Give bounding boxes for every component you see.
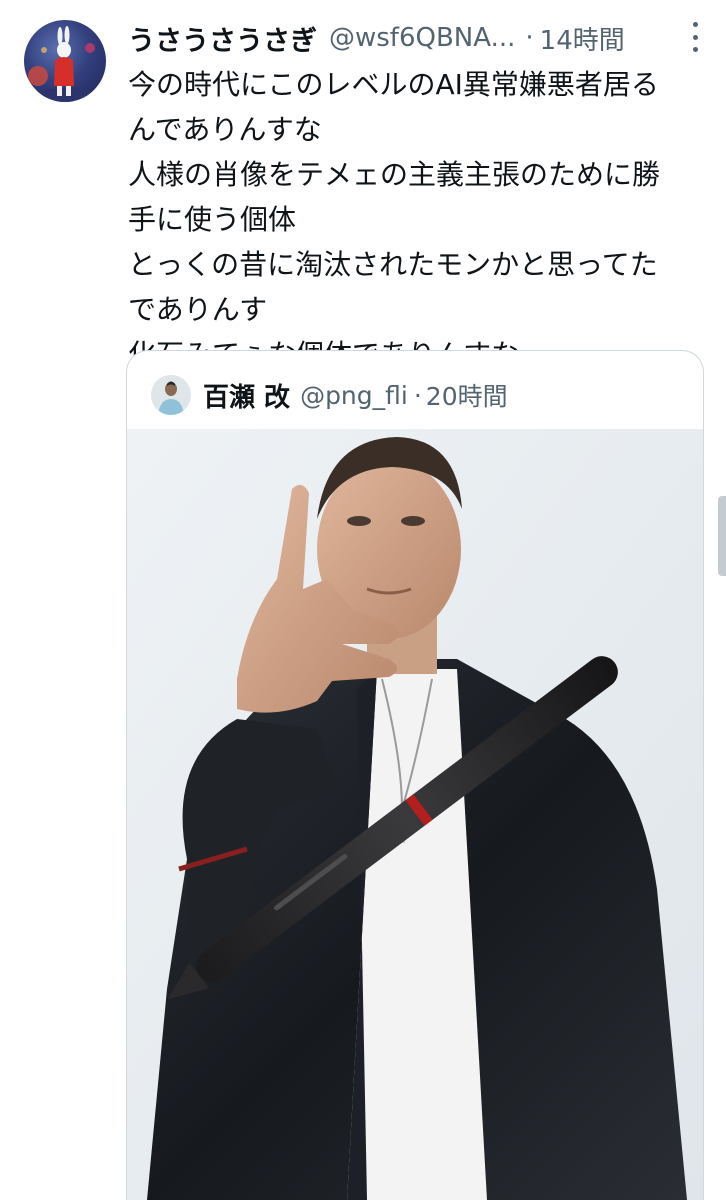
quoted-display-name[interactable]: 百瀬 改	[203, 377, 290, 414]
timestamp[interactable]: 14時間	[540, 20, 625, 57]
tweet[interactable]: うさうさうさぎ @wsf6QBNA... · 14時間 今の時代にこのレベルのA…	[0, 0, 726, 1200]
separator-dot: ·	[525, 23, 534, 53]
tweet-text-line: 今の時代にこのレベルのAI異常嫌悪者居る	[128, 68, 659, 101]
tweet-text-line: んでありんすな	[128, 113, 322, 146]
tweet-text: 今の時代にこのレベルのAI異常嫌悪者居る んでありんすな 人様の肖像をテメェの主…	[128, 62, 698, 377]
tweet-text-line: でありんす	[128, 293, 268, 326]
rabbit-avatar-icon	[28, 26, 96, 102]
display-name[interactable]: うさうさうさぎ	[128, 19, 317, 58]
photo-man-with-pen-image	[127, 429, 703, 1200]
tweet-header: うさうさうさぎ @wsf6QBNA... · 14時間	[128, 18, 708, 58]
quoted-separator-dot: ·	[413, 380, 422, 410]
quoted-tweet-image[interactable]	[127, 429, 703, 1200]
quoted-tweet-header: 百瀬 改 @png_fli · 20時間	[151, 373, 508, 417]
user-avatar[interactable]	[24, 20, 106, 102]
more-dots-icon[interactable]	[690, 22, 700, 52]
tweet-text-line: とっくの昔に淘汰されたモンかと思ってた	[128, 248, 658, 281]
user-handle[interactable]: @wsf6QBNA...	[329, 23, 515, 53]
quoted-user-handle[interactable]: @png_fli	[300, 381, 408, 410]
tweet-text-line: 手に使う個体	[128, 203, 297, 236]
quoted-user-avatar[interactable]	[151, 375, 191, 415]
scrollbar-thumb[interactable]	[718, 496, 726, 576]
tweet-text-line: 人様の肖像をテメェの主義主張のために勝	[128, 158, 661, 191]
person-avatar-icon	[151, 375, 191, 415]
quoted-tweet-card[interactable]: 百瀬 改 @png_fli · 20時間	[126, 350, 704, 1200]
quoted-timestamp[interactable]: 20時間	[426, 377, 508, 413]
